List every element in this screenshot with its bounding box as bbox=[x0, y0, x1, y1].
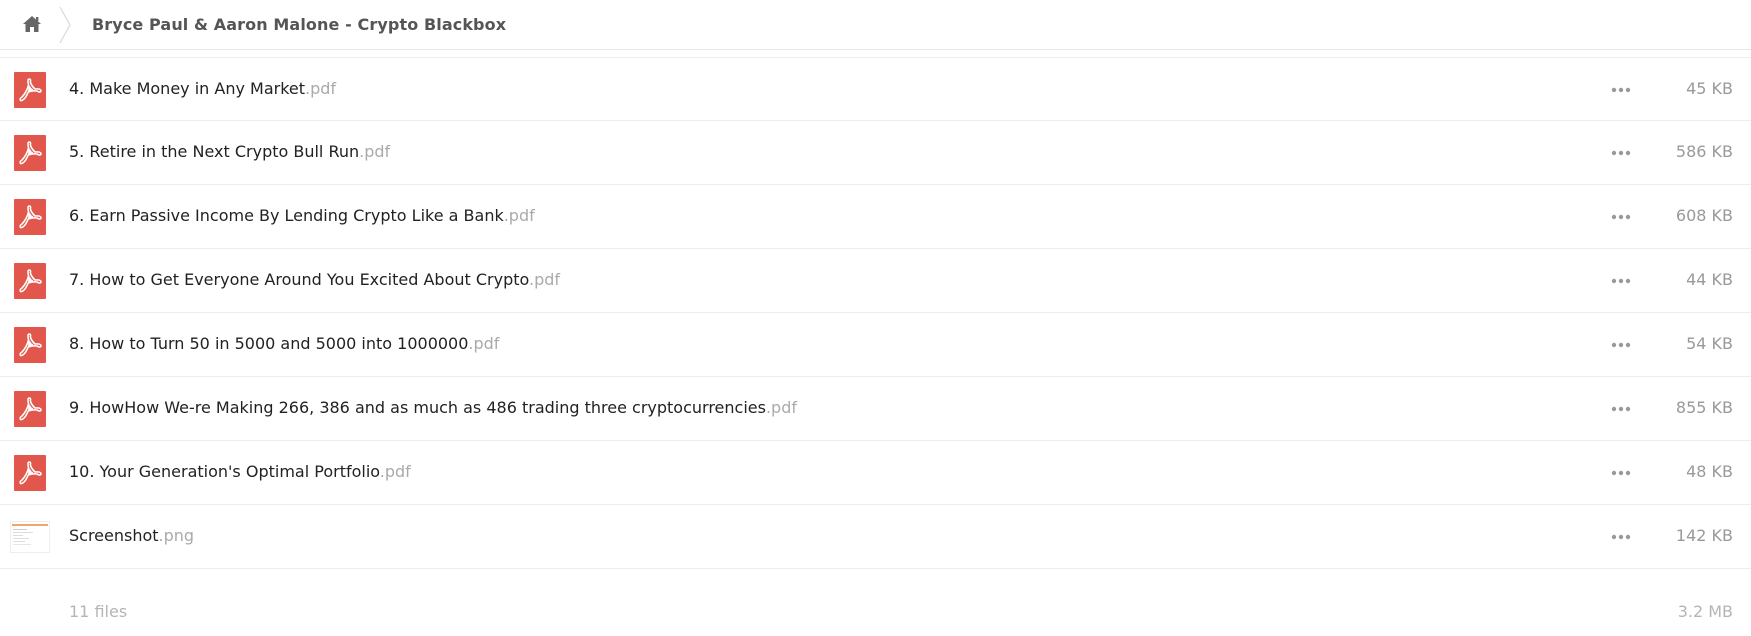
file-name[interactable]: 5. Retire in the Next Crypto Bull Run.pd… bbox=[69, 142, 390, 161]
file-name[interactable]: 9. HowHow We-re Making 266, 386 and as m… bbox=[69, 398, 797, 417]
more-actions-button[interactable] bbox=[1604, 141, 1638, 165]
file-name[interactable]: Screenshot.png bbox=[69, 526, 194, 545]
file-list: 4. Make Money in Any Market.pdf 45 KB 5. R… bbox=[0, 57, 1751, 569]
file-count: 11 files bbox=[69, 602, 128, 621]
file-size: 586 KB bbox=[1675, 142, 1733, 161]
file-extension: .pdf bbox=[468, 334, 500, 353]
pdf-icon bbox=[14, 199, 46, 235]
file-extension: .pdf bbox=[305, 79, 337, 98]
more-actions-button[interactable] bbox=[1604, 333, 1638, 357]
file-extension: .pdf bbox=[765, 398, 797, 417]
breadcrumb-current-folder[interactable]: Bryce Paul & Aaron Malone - Crypto Black… bbox=[92, 15, 506, 34]
file-size: 855 KB bbox=[1675, 398, 1733, 417]
file-row[interactable]: 10. Your Generation's Optimal Portfolio.… bbox=[0, 441, 1751, 505]
file-name[interactable]: 7. How to Get Everyone Around You Excite… bbox=[69, 270, 560, 289]
more-icon bbox=[1611, 534, 1631, 540]
breadcrumb-separator-icon bbox=[59, 6, 71, 44]
file-size: 608 KB bbox=[1675, 206, 1733, 225]
file-row[interactable]: Screenshot.png 142 KB bbox=[0, 505, 1751, 569]
more-actions-button[interactable] bbox=[1604, 397, 1638, 421]
more-icon bbox=[1611, 278, 1631, 284]
file-basename: Screenshot bbox=[69, 526, 159, 545]
more-icon bbox=[1611, 406, 1631, 412]
file-basename: 6. Earn Passive Income By Lending Crypto… bbox=[69, 206, 504, 225]
pdf-icon bbox=[14, 263, 46, 299]
file-row[interactable]: 4. Make Money in Any Market.pdf 45 KB bbox=[0, 57, 1751, 121]
file-row[interactable]: 7. How to Get Everyone Around You Excite… bbox=[0, 249, 1751, 313]
file-name[interactable]: 6. Earn Passive Income By Lending Crypto… bbox=[69, 206, 535, 225]
file-row[interactable]: 6. Earn Passive Income By Lending Crypto… bbox=[0, 185, 1751, 249]
total-size: 3.2 MB bbox=[1677, 602, 1733, 621]
file-basename: 5. Retire in the Next Crypto Bull Run bbox=[69, 142, 360, 161]
more-icon bbox=[1611, 87, 1631, 93]
more-icon bbox=[1611, 214, 1631, 220]
more-actions-button[interactable] bbox=[1604, 461, 1638, 485]
file-row[interactable]: 9. HowHow We-re Making 266, 386 and as m… bbox=[0, 377, 1751, 441]
file-size: 45 KB bbox=[1686, 79, 1733, 98]
more-icon bbox=[1611, 342, 1631, 348]
pdf-icon bbox=[14, 72, 46, 108]
pdf-icon bbox=[14, 327, 46, 363]
file-basename: 7. How to Get Everyone Around You Excite… bbox=[69, 270, 530, 289]
home-button[interactable] bbox=[14, 10, 50, 38]
file-list-summary: 11 files 3.2 MB bbox=[0, 590, 1751, 630]
file-extension: .pdf bbox=[379, 462, 411, 481]
home-icon bbox=[23, 16, 41, 32]
more-actions-button[interactable] bbox=[1604, 525, 1638, 549]
more-icon bbox=[1611, 470, 1631, 476]
file-name[interactable]: 8. How to Turn 50 in 5000 and 5000 into … bbox=[69, 334, 499, 353]
breadcrumb-bar: Bryce Paul & Aaron Malone - Crypto Black… bbox=[0, 0, 1751, 50]
pdf-icon bbox=[14, 135, 46, 171]
file-basename: 4. Make Money in Any Market bbox=[69, 79, 306, 98]
file-extension: .pdf bbox=[359, 142, 391, 161]
file-extension: .pdf bbox=[503, 206, 535, 225]
file-basename: 9. HowHow We-re Making 266, 386 and as m… bbox=[69, 398, 766, 417]
file-size: 142 KB bbox=[1675, 526, 1733, 545]
file-row[interactable]: 5. Retire in the Next Crypto Bull Run.pd… bbox=[0, 121, 1751, 185]
file-extension: .pdf bbox=[529, 270, 561, 289]
image-thumbnail-icon bbox=[10, 519, 50, 555]
file-basename: 8. How to Turn 50 in 5000 and 5000 into … bbox=[69, 334, 469, 353]
file-size: 44 KB bbox=[1686, 270, 1733, 289]
file-size: 48 KB bbox=[1686, 462, 1733, 481]
pdf-icon bbox=[14, 391, 46, 427]
file-row[interactable]: 8. How to Turn 50 in 5000 and 5000 into … bbox=[0, 313, 1751, 377]
file-basename: 10. Your Generation's Optimal Portfolio bbox=[69, 462, 380, 481]
pdf-icon bbox=[14, 455, 46, 491]
more-actions-button[interactable] bbox=[1604, 78, 1638, 102]
file-size: 54 KB bbox=[1686, 334, 1733, 353]
file-name[interactable]: 10. Your Generation's Optimal Portfolio.… bbox=[69, 462, 411, 481]
more-actions-button[interactable] bbox=[1604, 205, 1638, 229]
file-extension: .png bbox=[158, 526, 195, 545]
more-icon bbox=[1611, 150, 1631, 156]
file-name[interactable]: 4. Make Money in Any Market.pdf bbox=[69, 79, 336, 98]
more-actions-button[interactable] bbox=[1604, 269, 1638, 293]
